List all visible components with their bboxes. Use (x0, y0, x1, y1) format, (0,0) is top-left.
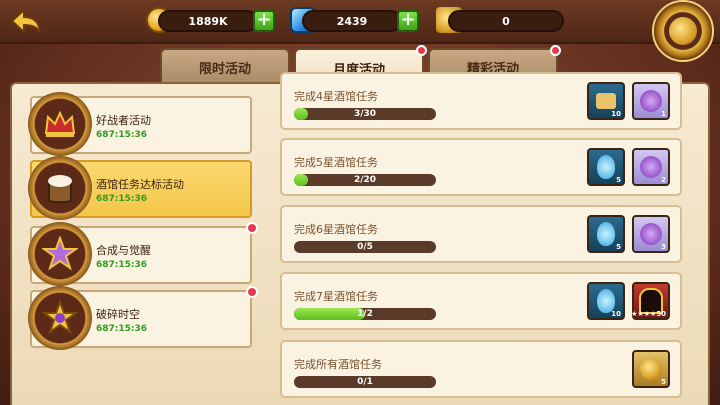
reward-item[interactable]: 10 (587, 82, 625, 120)
activity-title: 合成与觉醒 (96, 244, 151, 257)
notification-dot (246, 286, 258, 298)
task-title: 完成4星酒馆任务 (294, 90, 378, 103)
reward-count: 1 (661, 110, 666, 118)
task-row: 完成所有酒馆任务 0/1 5 (280, 340, 682, 398)
activity-item-shattered-space[interactable]: 破碎时空 687:15:36 (28, 286, 258, 350)
task-title: 完成7星酒馆任务 (294, 290, 378, 303)
task-progress-bar: 0/1 (294, 376, 436, 388)
activity-title: 酒馆任务达标活动 (96, 178, 184, 191)
tab-limited-time[interactable]: 限时活动 (160, 48, 290, 84)
blue-flame-icon (597, 155, 615, 179)
notification-dot (246, 222, 258, 234)
task-progress-text: 3/30 (353, 109, 377, 119)
task-row: 完成7星酒馆任务 1/2 10 ★★★★50 (280, 272, 682, 330)
reward-item[interactable]: 2 (632, 148, 670, 186)
activity-timer: 687:15:36 (96, 194, 148, 204)
activity-title: 好战者活动 (96, 114, 151, 127)
task-title: 完成6星酒馆任务 (294, 223, 378, 236)
top-bar: 1889K + 2439 + 0 (0, 0, 720, 44)
crown-icon (28, 92, 92, 156)
star-emblem-icon (28, 222, 92, 286)
reward-item[interactable]: 10 (587, 282, 625, 320)
reward-item[interactable]: 5 (587, 148, 625, 186)
task-row: 完成6星酒馆任务 0/5 5 3 (280, 205, 682, 263)
reward-item[interactable]: 3 (632, 215, 670, 253)
profile-avatar-button[interactable] (652, 0, 714, 62)
task-title: 完成5星酒馆任务 (294, 156, 378, 169)
reward-item[interactable]: 5 (587, 215, 625, 253)
reward-count: ★★★★50 (631, 310, 666, 318)
task-progress-bar: 2/20 (294, 174, 436, 186)
beer-barrel-icon (28, 156, 92, 220)
reward-item[interactable]: 1 (632, 82, 670, 120)
reward-count: 2 (661, 176, 666, 184)
task-progress-text: 1/2 (357, 309, 373, 319)
task-progress-text: 2/20 (353, 175, 377, 185)
notification-dot (416, 45, 427, 56)
broken-star-icon (28, 286, 92, 350)
add-gold-button[interactable]: + (253, 10, 275, 32)
task-progress-bar: 1/2 (294, 308, 436, 320)
blue-flame-icon (597, 222, 615, 246)
reward-item[interactable]: ★★★★50 (631, 282, 670, 320)
golden-key-icon (640, 358, 662, 380)
activity-item-warrior[interactable]: 好战者活动 687:15:36 (28, 92, 252, 156)
activity-title: 破碎时空 (96, 308, 140, 321)
activity-item-fusion[interactable]: 合成与觉醒 687:15:36 (28, 222, 258, 286)
task-row: 完成5星酒馆任务 2/20 5 2 (280, 138, 682, 196)
golden-key-icon (669, 17, 697, 45)
reward-count: 10 (611, 310, 621, 318)
task-progress-text: 0/5 (357, 242, 373, 252)
key-counter: 0 (448, 10, 564, 32)
notification-dot (550, 45, 561, 56)
activity-item-tavern[interactable]: 酒馆任务达标活动 687:15:36 (28, 156, 252, 220)
add-diamond-button[interactable]: + (397, 10, 419, 32)
task-progress-bar: 0/5 (294, 241, 436, 253)
back-button[interactable] (8, 6, 44, 36)
task-row: 完成4星酒馆任务 3/30 10 1 (280, 72, 682, 130)
key-value: 0 (502, 14, 510, 28)
purple-gem-icon (640, 223, 662, 245)
reward-count: 10 (611, 110, 621, 118)
reward-count: 5 (661, 378, 666, 386)
tab-label: 限时活动 (198, 61, 251, 77)
back-arrow-icon (10, 8, 41, 34)
diamond-counter: 2439 (302, 10, 402, 32)
reward-count: 3 (661, 243, 666, 251)
task-progress-text: 0/1 (357, 377, 373, 387)
reward-count: 5 (616, 176, 621, 184)
purple-gem-icon (640, 90, 662, 112)
activity-timer: 687:15:36 (96, 324, 148, 334)
purple-gem-icon (640, 156, 662, 178)
diamond-value: 2439 (336, 14, 368, 28)
task-progress-bar: 3/30 (294, 108, 436, 120)
activity-timer: 687:15:36 (96, 130, 148, 140)
reward-item[interactable]: 5 (632, 350, 670, 388)
reward-count: 5 (616, 243, 621, 251)
scroll-icon (596, 93, 616, 109)
gold-value: 1889K (188, 14, 228, 28)
task-title: 完成所有酒馆任务 (294, 358, 382, 371)
gold-counter: 1889K (158, 10, 258, 32)
activity-timer: 687:15:36 (96, 260, 148, 270)
